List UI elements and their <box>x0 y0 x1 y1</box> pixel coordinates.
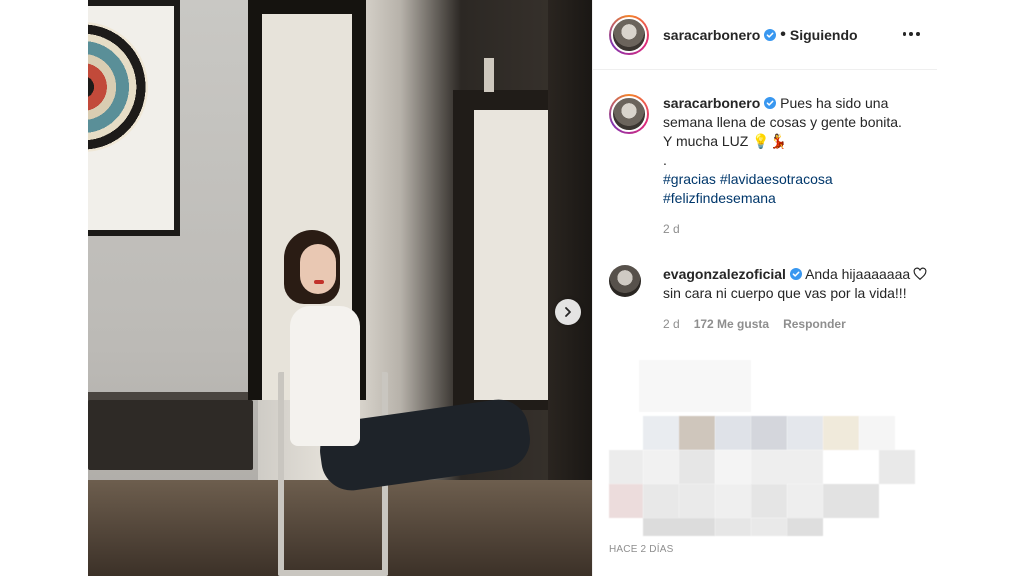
following-button[interactable]: Siguiendo <box>790 27 858 43</box>
comment-likes[interactable]: 172 Me gusta <box>694 315 769 334</box>
verified-badge-icon <box>764 28 777 41</box>
more-options-icon[interactable] <box>901 24 921 44</box>
comment-time[interactable]: 2 d <box>663 315 680 334</box>
separator-dot: • <box>780 25 786 43</box>
post-header: saracarbonero • Siguiendo <box>593 0 937 70</box>
author-avatar[interactable] <box>609 14 649 55</box>
photo-person-face <box>300 244 336 294</box>
author-username[interactable]: saracarbonero <box>663 27 760 43</box>
caption-dot: . <box>663 152 667 168</box>
caption-text-line2: Y mucha LUZ 💡💃 <box>663 133 788 149</box>
hashtag-link[interactable]: #gracias <box>663 171 716 187</box>
next-photo-button[interactable] <box>555 299 581 325</box>
hashtag-link[interactable]: #felizfindesemana <box>663 190 776 206</box>
heart-icon[interactable] <box>913 267 927 281</box>
chevron-right-icon <box>565 307 571 317</box>
photo-person-lips <box>314 280 324 284</box>
caption-time[interactable]: 2 d <box>663 220 680 239</box>
verified-badge-icon <box>764 97 777 109</box>
commenter-username[interactable]: evagonzalezoficial <box>663 266 786 282</box>
photo-person-top <box>290 306 360 446</box>
pixelated-content <box>609 360 933 540</box>
post-side-panel: saracarbonero • Siguiendo saracarbonero … <box>592 0 937 576</box>
caption-username[interactable]: saracarbonero <box>663 95 760 111</box>
photo-door-panel <box>474 110 548 400</box>
photo-lamp <box>484 58 494 92</box>
post-caption: saracarbonero Pues ha sido una semana ll… <box>609 94 929 239</box>
post-photo[interactable] <box>88 0 592 576</box>
verified-badge-icon <box>789 268 802 280</box>
comment-reply-button[interactable]: Responder <box>783 315 846 334</box>
photo-table <box>88 400 253 470</box>
caption-author-avatar[interactable] <box>609 94 649 134</box>
hashtag-link[interactable]: #lavidaesotracosa <box>720 171 833 187</box>
comment-item: evagonzalezoficial Anda hijaaaaaaa sin c… <box>609 265 929 334</box>
post-timestamp[interactable]: HACE 2 DÍAS <box>609 544 673 555</box>
commenter-avatar[interactable] <box>609 265 641 297</box>
